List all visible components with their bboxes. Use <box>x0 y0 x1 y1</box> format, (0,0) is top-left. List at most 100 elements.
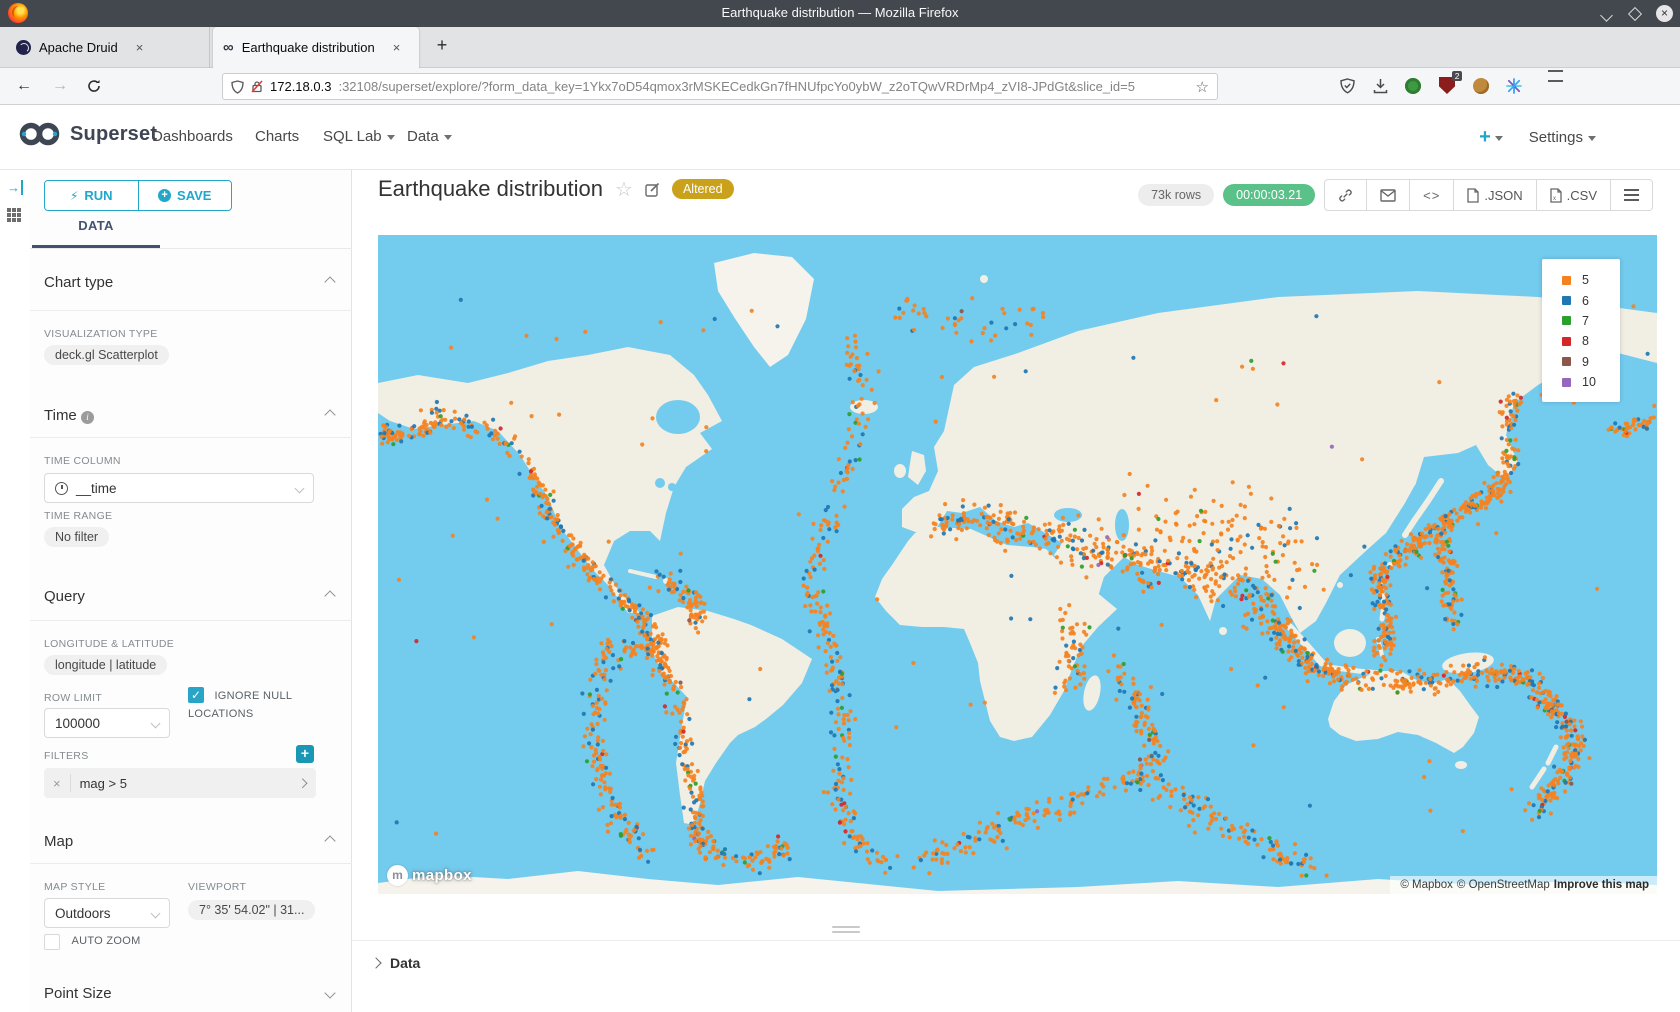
tab-apache-druid[interactable]: Apache Druid × <box>6 27 210 68</box>
settings-menu[interactable]: Settings <box>1529 129 1596 146</box>
new-tab-button[interactable]: + <box>430 35 454 56</box>
copy-link-button[interactable] <box>1325 180 1367 210</box>
map-legend: 5 6 7 8 9 10 <box>1542 259 1620 402</box>
chevron-up-icon <box>324 590 335 601</box>
save-button[interactable]: +SAVE <box>139 181 232 210</box>
section-query[interactable]: Query <box>44 588 338 605</box>
section-title: Time <box>44 407 77 424</box>
tab-data[interactable]: DATA <box>32 218 160 233</box>
chart-title: Earthquake distribution <box>378 176 603 202</box>
world-map-canvas[interactable]: 5 6 7 8 9 10 m mapbox © Mapbox © OpenStr… <box>378 235 1657 894</box>
lonlat-label: LONGITUDE & LATITUDE <box>44 638 174 650</box>
export-json-button[interactable]: .JSON <box>1454 180 1536 210</box>
legend-item: 8 <box>1542 331 1620 351</box>
time-range-value[interactable]: No filter <box>44 527 109 547</box>
time-column-select[interactable]: __time <box>44 473 314 503</box>
remove-filter-icon[interactable]: × <box>44 776 70 791</box>
code-icon: <> <box>1423 188 1440 203</box>
tab-earthquake-distribution[interactable]: ∞ Earthquake distribution × <box>213 27 419 68</box>
legend-label: 6 <box>1582 294 1589 308</box>
nav-label: Data <box>407 128 439 145</box>
chevron-down-icon <box>324 987 335 998</box>
section-point-size[interactable]: Point Size <box>44 985 338 1002</box>
section-map[interactable]: Map <box>44 833 338 850</box>
file-icon: x <box>1550 188 1562 203</box>
nav-data[interactable]: Data <box>407 128 452 145</box>
svg-text:x: x <box>1553 196 1556 202</box>
tab-close-icon[interactable]: × <box>393 40 401 55</box>
close-button[interactable]: × <box>1656 5 1674 23</box>
section-chart-type[interactable]: Chart type <box>44 274 338 291</box>
legend-label: 5 <box>1582 273 1589 287</box>
datasource-grid-icon[interactable] <box>7 208 21 222</box>
add-filter-button[interactable]: + <box>296 745 314 763</box>
nav-charts[interactable]: Charts <box>255 128 299 145</box>
improve-map-link[interactable]: Improve this map <box>1554 879 1649 891</box>
expand-panel-icon[interactable]: → <box>7 180 27 195</box>
row-limit-label: ROW LIMIT <box>44 692 102 704</box>
ublock-badge: 2 <box>1452 71 1462 81</box>
ublock-icon[interactable]: 2 <box>1436 75 1458 97</box>
viewport-label: VIEWPORT <box>188 881 246 893</box>
ignore-null-label-2: LOCATIONS <box>188 705 338 723</box>
url-bar[interactable]: 172.18.0.3 :32108/superset/explore/?form… <box>222 73 1218 100</box>
panel-resize-handle[interactable] <box>832 926 860 936</box>
main-panel: Earthquake distribution ☆ Altered 73k ro… <box>352 170 1680 1012</box>
filter-chip[interactable]: × mag > 5 <box>44 768 316 798</box>
auto-zoom-label: AUTO ZOOM <box>71 935 140 947</box>
embed-code-button[interactable]: <> <box>1410 180 1454 210</box>
run-button[interactable]: ⚡RUN <box>45 181 138 210</box>
maximize-button[interactable] <box>1630 7 1648 25</box>
run-label: RUN <box>84 188 112 203</box>
minimize-button[interactable] <box>1602 8 1620 26</box>
chart-menu-button[interactable] <box>1611 180 1652 210</box>
chevron-down-icon <box>444 135 452 140</box>
extension-green-icon[interactable] <box>1402 75 1424 97</box>
menu-icon <box>1624 194 1639 196</box>
attr-mapbox-link[interactable]: © Mapbox <box>1400 879 1453 891</box>
export-csv-button[interactable]: x .CSV <box>1537 180 1611 210</box>
ignore-null-control[interactable]: ✓ IGNORE NULL LOCATIONS <box>188 686 338 723</box>
add-new-button[interactable]: + <box>1479 126 1503 149</box>
download-icon[interactable] <box>1369 75 1391 97</box>
data-collapse-section[interactable]: Data <box>352 940 1680 971</box>
protections-shield-icon[interactable] <box>1336 75 1358 97</box>
url-path: :32108/superset/explore/?form_data_key=1… <box>338 79 1188 94</box>
back-button[interactable]: ← <box>12 74 36 98</box>
forward-button[interactable]: → <box>48 74 72 98</box>
edit-icon[interactable] <box>645 182 660 197</box>
checkbox-unchecked-icon[interactable] <box>44 934 60 950</box>
superset-logo[interactable]: Superset <box>18 121 157 147</box>
viz-type-value[interactable]: deck.gl Scatterplot <box>44 345 169 365</box>
row-limit-value: 100000 <box>55 716 100 731</box>
snowflake-extension-icon[interactable] <box>1503 75 1525 97</box>
browser-toolbar: ← → 172.18.0.3 :32108/superset/explore/?… <box>0 68 1680 105</box>
mapbox-logo[interactable]: m mapbox <box>387 865 472 886</box>
favorite-star-icon[interactable]: ☆ <box>615 177 633 202</box>
viewport-value[interactable]: 7° 35' 54.02" | 31... <box>188 900 315 920</box>
nav-sql-lab[interactable]: SQL Lab <box>323 128 395 145</box>
export-button-group: <> .JSON x .CSV <box>1324 179 1653 211</box>
section-title: Point Size <box>44 985 112 1002</box>
shield-icon[interactable] <box>231 80 244 94</box>
nav-dashboards[interactable]: Dashboards <box>152 128 233 145</box>
menu-icon[interactable] <box>1537 75 1559 97</box>
attr-osm-link[interactable]: © OpenStreetMap <box>1457 879 1550 891</box>
checkbox-checked-icon[interactable]: ✓ <box>188 687 204 703</box>
insecure-lock-icon[interactable] <box>251 80 263 93</box>
druid-favicon <box>16 40 31 55</box>
map-style-select[interactable]: Outdoors <box>44 898 170 928</box>
tab-close-icon[interactable]: × <box>136 40 144 55</box>
section-title: Map <box>44 833 73 850</box>
cookie-extension-icon[interactable] <box>1470 75 1492 97</box>
legend-item: 9 <box>1542 352 1620 372</box>
row-limit-select[interactable]: 100000 <box>44 708 170 738</box>
auto-zoom-control[interactable]: AUTO ZOOM <box>44 933 141 951</box>
lonlat-value[interactable]: longitude | latitude <box>44 655 167 675</box>
reload-button[interactable] <box>82 74 106 98</box>
chevron-up-icon <box>324 835 335 846</box>
time-column-value: __time <box>76 481 117 496</box>
section-time[interactable]: Time i <box>44 407 338 424</box>
bookmark-star-icon[interactable]: ☆ <box>1196 78 1209 96</box>
email-button[interactable] <box>1367 180 1410 210</box>
